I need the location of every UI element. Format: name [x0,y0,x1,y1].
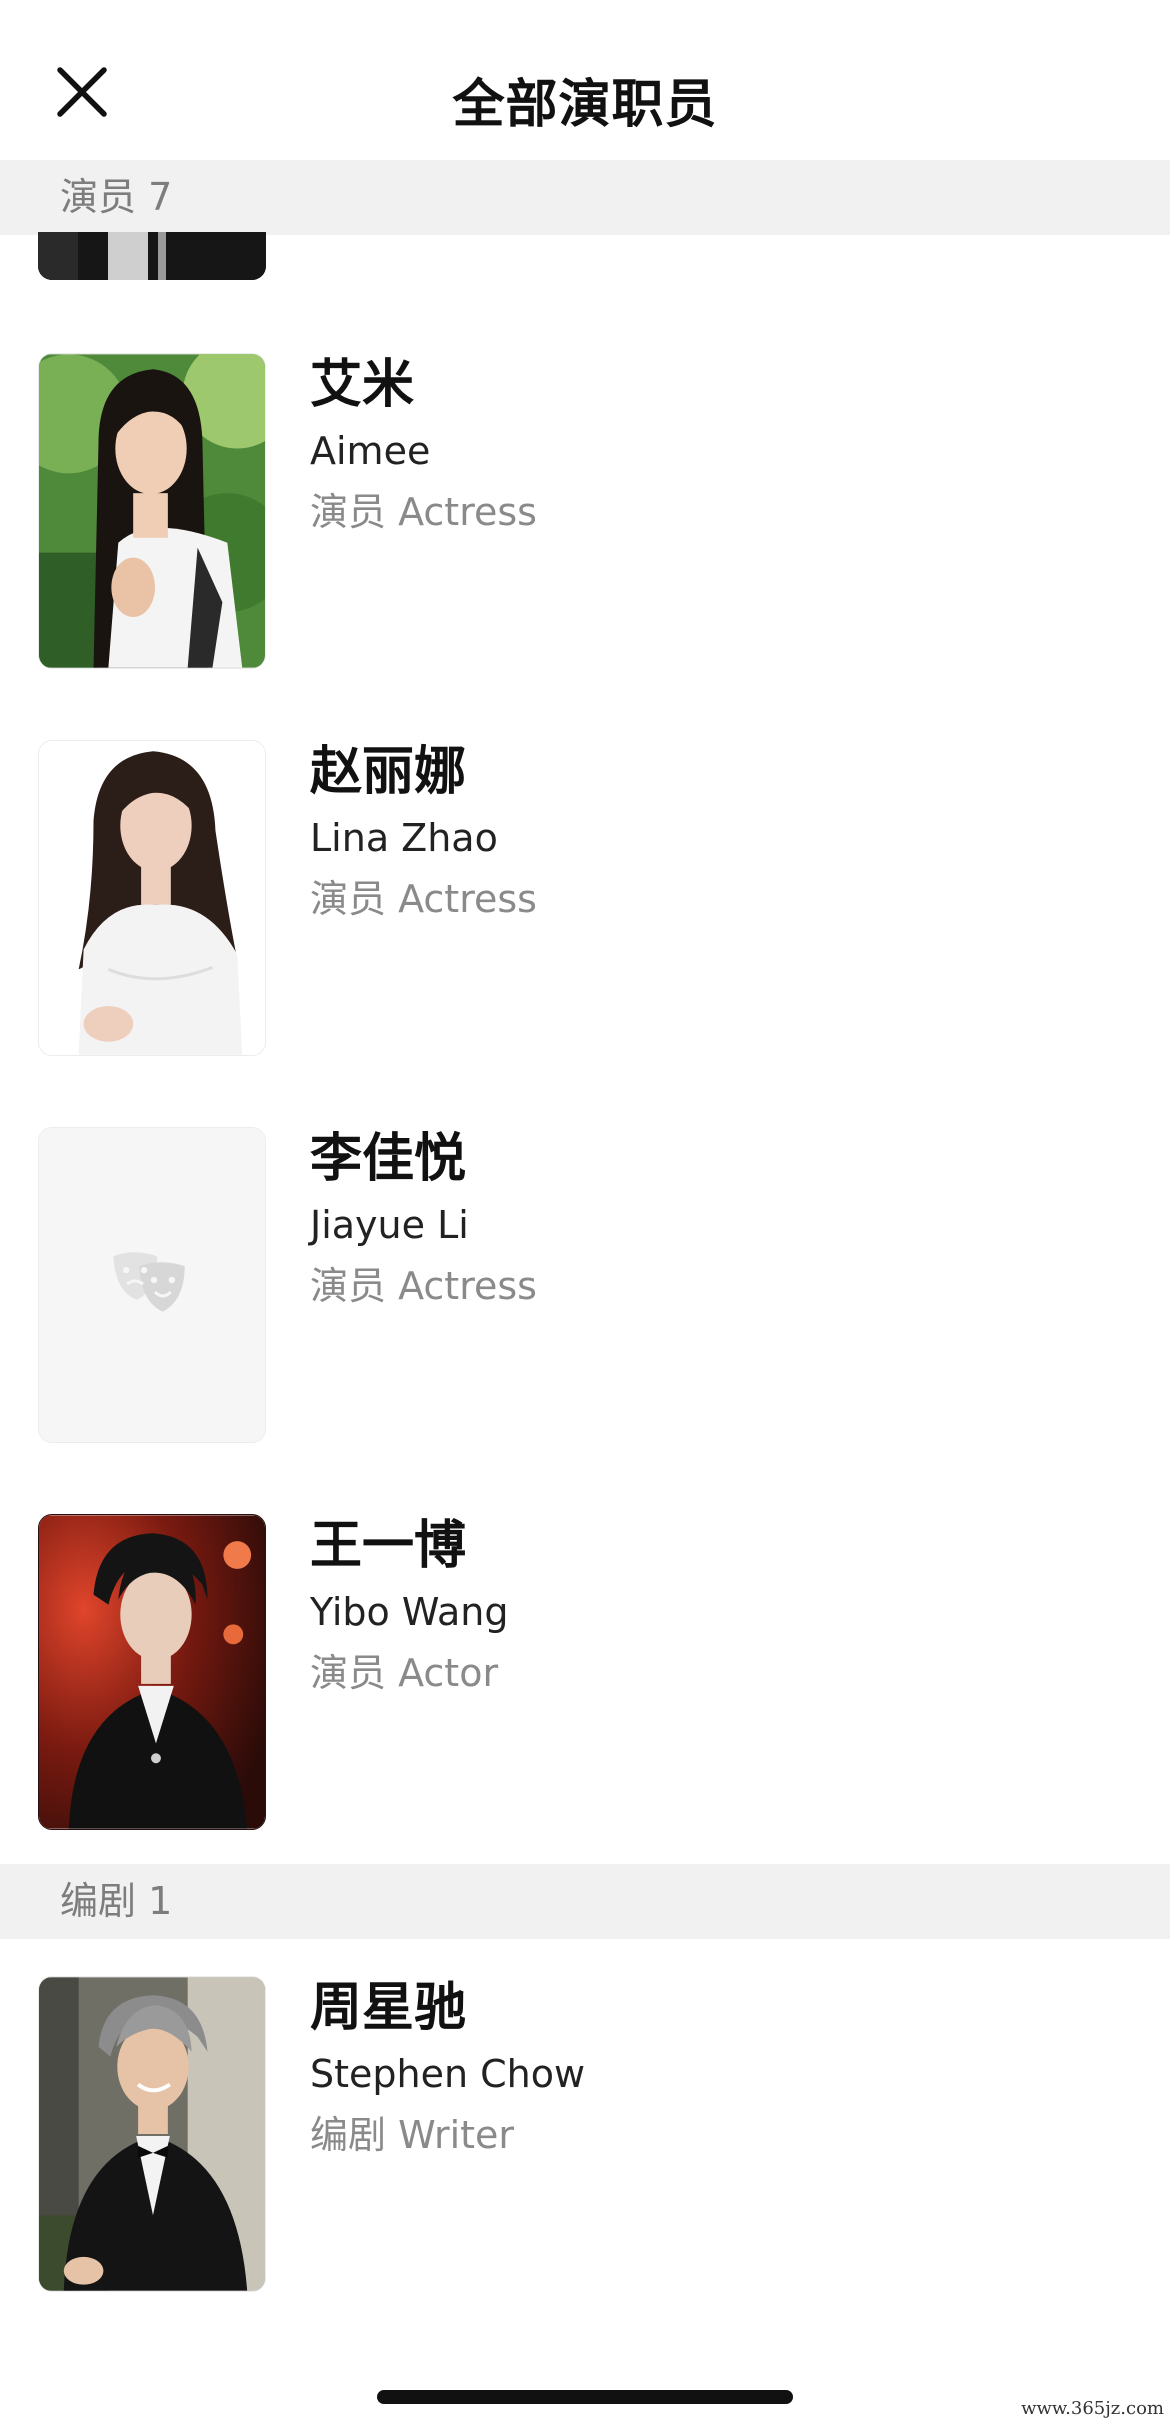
actor-photo-black-suit [39,1515,265,1829]
cast-name-en: Jiayue Li [310,1203,469,1247]
cast-name-cn: 李佳悦 [310,1129,467,1189]
section-header-actors: 演员 7 [0,160,1170,235]
cast-name-cn: 王一博 [310,1516,467,1576]
cast-role: 演员 Actor [310,1651,499,1695]
cast-row[interactable]: 周星驰 Stephen Chow 编剧 Writer [0,1976,1170,2296]
section-header-writers: 编剧 1 [0,1864,1170,1939]
cast-role: 演员 Actress [310,1264,537,1308]
watermark: www.365jz.com [1021,2398,1164,2419]
actress-photo-garden [39,354,265,668]
page-title: 全部演职员 [452,75,718,135]
home-indicator[interactable] [377,2390,793,2404]
cast-photo[interactable] [38,1976,266,2292]
actress-photo-white-dress [39,741,265,1055]
cast-list-page: 全部演职员 演员 7 艾米 Aimee 演员 Actress 赵丽娜 Lina … [0,0,1170,2429]
cast-photo[interactable] [38,1514,266,1830]
cast-role: 演员 Actress [310,877,537,921]
cast-name-en: Stephen Chow [310,2052,586,2096]
cast-row[interactable]: 王一博 Yibo Wang 演员 Actor [0,1514,1170,1834]
cast-name-cn: 周星驰 [310,1978,467,2038]
cast-row[interactable]: 艾米 Aimee 演员 Actress [0,353,1170,673]
cast-role: 演员 Actress [310,490,537,534]
cast-photo[interactable] [38,740,266,1056]
partial-photo [38,232,266,280]
cast-role: 编剧 Writer [310,2113,515,2157]
cast-photo-placeholder[interactable] [38,1127,266,1443]
header: 全部演职员 [0,0,1170,160]
cast-row[interactable]: 赵丽娜 Lina Zhao 演员 Actress [0,740,1170,1060]
cast-name-cn: 艾米 [310,355,415,415]
cast-name-en: Lina Zhao [310,816,498,860]
writer-photo-tuxedo [39,1977,265,2291]
cast-name-cn: 赵丽娜 [310,742,467,802]
cast-thumb-partial[interactable] [38,232,266,280]
cast-row[interactable]: 李佳悦 Jiayue Li 演员 Actress [0,1127,1170,1447]
theater-mask-icon [39,1128,265,1442]
cast-photo[interactable] [38,353,266,669]
cast-name-en: Aimee [310,429,431,473]
cast-name-en: Yibo Wang [310,1590,509,1634]
